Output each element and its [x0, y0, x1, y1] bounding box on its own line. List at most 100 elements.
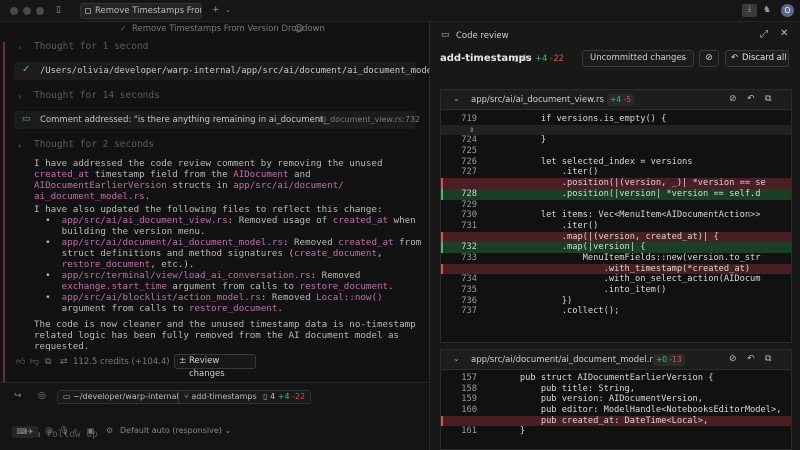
line-code: pub title: String, [499, 383, 635, 394]
diff-line[interactable]: .position(|(version, _)| *version == se [441, 178, 791, 189]
diff-line[interactable]: 725 [441, 146, 791, 157]
thought-label[interactable]: Thought for 2 seconds [34, 139, 154, 150]
diff-line[interactable]: 719 if versions.is_empty() { [441, 114, 791, 125]
image-icon[interactable]: ▣ [87, 426, 95, 435]
undo-icon[interactable]: ↶ [747, 94, 755, 104]
credits-icon: ⇄ [60, 357, 68, 367]
thought-label[interactable]: Thought for 14 seconds [34, 90, 160, 101]
tool-call-path: /Users/olivia/developer/warp-internal/ap… [40, 66, 485, 76]
close-window-button[interactable] [10, 7, 18, 15]
line-code: .map(|(version, created_at)| { [499, 231, 719, 242]
diff-line[interactable]: 158 pub title: String, [441, 384, 791, 395]
chevron-down-icon[interactable]: ⌄ [453, 354, 460, 363]
file-path: app/src/ai/document/ai_document_model.rs [471, 355, 658, 365]
comment-icon: ▭ [22, 114, 31, 124]
branch-chip[interactable]: ⑂ add-timestamps ▯ 4 +4 -22 [178, 390, 312, 404]
diff-line[interactable]: 737 .collect(); [441, 306, 791, 317]
line-number: 731 [461, 220, 477, 231]
diff-line[interactable]: 728 .position(|version| *version == self… [441, 188, 791, 200]
line-code: pub version: AIDocumentVersion, [499, 394, 703, 405]
diff-line[interactable]: .map(|(version, created_at)| { [441, 231, 791, 243]
chevron-right-icon[interactable]: › [18, 141, 21, 150]
diff-line[interactable]: 732 .map(|version| { [441, 242, 791, 253]
chevron-right-icon[interactable]: › [18, 92, 21, 101]
diff-line[interactable]: 730 let items: Vec<MenuItem<AIDocumentAc… [441, 210, 791, 221]
chevron-right-icon[interactable]: › [18, 43, 21, 52]
diff-line[interactable]: 726 let selected_index = versions [441, 157, 791, 168]
zoom-window-button[interactable] [36, 7, 44, 15]
attach-button[interactable]: ⊘ [699, 50, 719, 67]
response-paragraph-2: I have also updated the following files … [34, 204, 383, 215]
line-number: 734 [461, 274, 477, 285]
comment-addressed-row[interactable]: ▭ Comment addressed: "is there anything … [14, 111, 420, 129]
file-path: app/src/ai/ai_document_view.rs [471, 95, 604, 105]
warp-logo-icon[interactable]: ♞ [763, 5, 771, 16]
line-code: .position(|(version, _)| *version == se [499, 178, 766, 189]
mention-icon[interactable]: @ [45, 426, 53, 435]
model-selector[interactable]: Default auto (responsive) ⌄ [120, 426, 231, 435]
chevron-down-icon[interactable]: ⌄ [453, 94, 460, 103]
discard-all-button[interactable]: ↶ Discard all [725, 50, 789, 67]
line-code: .with_on_select_action(AIDocum [499, 274, 761, 285]
diff-line[interactable]: 159 pub version: AIDocumentVersion, [441, 394, 791, 405]
attach-icon[interactable]: ⊘ [729, 94, 737, 104]
tab-active[interactable]: Remove Timestamps From Ve [80, 3, 202, 19]
attach-icon[interactable]: ⌕ [73, 426, 77, 436]
list-item: • app/src/ai/document/ai_document_model.… [34, 237, 422, 270]
file-header[interactable]: ⌄ app/src/ai/ai_document_view.rs +4 -5 ⊘… [441, 90, 791, 110]
context-icon[interactable]: ◎ [38, 391, 46, 401]
line-code: } [499, 426, 526, 437]
terminal-mode-icon[interactable]: ⌨✈ [12, 426, 38, 438]
diff-file-card: ⌄ app/src/ai/ai_document_view.rs +4 -5 ⊘… [440, 89, 792, 343]
thumbs-down-icon[interactable]: 👎︎ [30, 357, 39, 367]
line-code: .iter() [499, 220, 599, 231]
diff-line[interactable]: 161 } [441, 426, 791, 437]
sidebar-toggle-icon[interactable]: ▯ [56, 5, 61, 16]
download-icon[interactable]: ⤓ [742, 4, 757, 17]
line-code: .iter() [499, 167, 599, 178]
undo-icon[interactable]: ↶ [747, 354, 755, 364]
diff-line[interactable]: ⇕ [441, 124, 791, 136]
expand-fold-icon[interactable]: ⇕ [469, 125, 474, 136]
diff-line[interactable]: 735 .into_item() [441, 285, 791, 296]
line-code: .position(|version| *version == self.d [499, 188, 761, 199]
attach-icon[interactable]: ⊘ [729, 354, 737, 364]
diff-line[interactable]: 157 pub struct AIDocumentEarlierVersion … [441, 373, 791, 384]
open-external-icon[interactable]: ⧉ [765, 354, 771, 364]
branch-icon: ⑂ [184, 392, 189, 401]
expand-icon[interactable]: ⤢ [760, 29, 768, 40]
chevron-down-icon[interactable]: ⌄ [225, 5, 231, 16]
diff-line[interactable]: 733 MenuItemFields::new(version.to_str [441, 253, 791, 264]
diff-line[interactable]: 734 .with_on_select_action(AIDocum [441, 274, 791, 285]
comment-ref[interactable]: ai_document_view.rs:732 [319, 115, 420, 124]
open-external-icon[interactable]: ⧉ [765, 94, 771, 104]
tool-call-row[interactable]: ✓ /Users/olivia/developer/warp-internal/… [14, 62, 485, 80]
diff-line[interactable]: .with_timestamp(*created_at) [441, 263, 791, 275]
diff-line[interactable]: pub created_at: DateTime<Local>, [441, 415, 791, 427]
new-tab-icon[interactable]: + [212, 5, 220, 16]
minimize-window-button[interactable] [23, 7, 31, 15]
thought-label[interactable]: Thought for 1 second [34, 41, 148, 52]
diff-line[interactable]: 729 [441, 200, 791, 211]
file-header[interactable]: ⌄ app/src/ai/document/ai_document_model.… [441, 350, 791, 370]
thumbs-up-icon[interactable]: 👍︎ [16, 357, 25, 367]
diff-line[interactable]: 727 .iter() [441, 167, 791, 178]
line-number: 730 [461, 210, 477, 221]
microphone-icon[interactable]: 🎙︎ [59, 426, 69, 435]
avatar[interactable]: O [781, 4, 794, 17]
diff-scope-dropdown[interactable]: Uncommitted changes ⌄ [582, 50, 694, 67]
copy-icon[interactable]: ⧉ [45, 357, 51, 367]
review-changes-button[interactable]: ± Review changes [174, 354, 256, 379]
return-icon[interactable]: ↪ [14, 391, 22, 401]
line-code: MenuItemFields::new(version.to_str [499, 252, 761, 263]
diff-line[interactable]: 731 .iter() [441, 221, 791, 232]
close-icon[interactable]: ✕ [780, 28, 788, 39]
directory-chip[interactable]: ▭ ~/developer/warp-internal [57, 390, 185, 404]
status-circle-icon [295, 24, 303, 32]
diff-line[interactable]: 736 }) [441, 296, 791, 307]
line-code: pub created_at: DateTime<Local>, [499, 415, 709, 426]
deletion-marker [441, 415, 443, 427]
diff-line[interactable]: 160 pub editor: ModelHandle<NotebooksEdi… [441, 405, 791, 416]
diff-line[interactable]: 724 } [441, 135, 791, 146]
diff-file-card: ⌄ app/src/ai/document/ai_document_model.… [440, 349, 792, 450]
